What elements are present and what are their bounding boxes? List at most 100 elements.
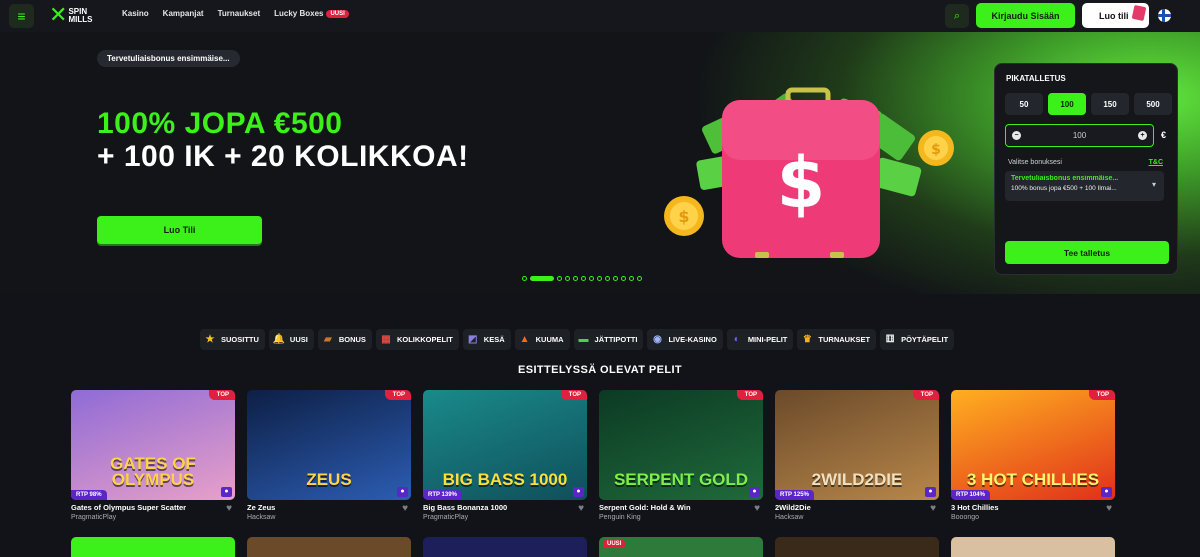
category-turnaukset[interactable]: ♛ TURNAUKSET — [797, 329, 877, 350]
login-button[interactable]: Kirjaudu Sisään — [976, 3, 1075, 28]
category-label: PÖYTÄPELIT — [901, 335, 949, 344]
amount-option-150[interactable]: 150 — [1091, 93, 1129, 115]
amount-input[interactable]: − 100 + — [1005, 124, 1154, 147]
category-uusi[interactable]: 🔔 UUSI — [268, 329, 314, 350]
new-badge: UUSI — [603, 540, 626, 548]
game-provider: Hacksaw — [247, 514, 276, 521]
category-kesä[interactable]: ◩ KESÄ — [462, 329, 511, 350]
game-provider: PragmaticPlay — [71, 514, 117, 521]
new-badge: UUSI — [326, 10, 349, 18]
category-suosittu[interactable]: ★ SUOSITTU — [200, 329, 265, 350]
deposit-button[interactable]: Tee talletus — [1005, 241, 1169, 264]
game-name[interactable]: 2Wild2Die — [775, 503, 939, 512]
game-card[interactable]: BIG BASS 1000 TOP RTP 139% ● Big Bass Bonanz… — [423, 390, 587, 521]
rtp-badge: RTP 125% — [775, 490, 814, 500]
bonus-select[interactable]: Tervetuliaisbonus ensimmäise... 100% bon… — [1005, 171, 1164, 201]
heart-icon[interactable]: ♥ — [402, 504, 408, 514]
amount-option-50[interactable]: 50 — [1005, 93, 1043, 115]
nav-item-kampanjat[interactable]: Kampanjat — [163, 9, 204, 18]
nav-item-lucky-boxes-label: Lucky Boxes — [274, 9, 324, 18]
slot-machine-icon: ▦ — [381, 333, 391, 345]
hero-signup-button[interactable]: Luo Tili — [97, 216, 262, 244]
carousel-dot[interactable] — [605, 276, 610, 281]
carousel-dot[interactable] — [613, 276, 618, 281]
player-icon: ● — [221, 487, 232, 497]
game-card[interactable]: SERPENT GOLD TOP ● Serpent Gold: Hold & Win… — [599, 390, 763, 521]
nav-item-kasino[interactable]: Kasino — [122, 9, 149, 18]
carousel-dot[interactable] — [637, 276, 642, 281]
game-card[interactable]: 2WILD2DIE TOP RTP 125% ● 2Wild2Die Hacksaw ♥ — [775, 390, 939, 521]
game-thumbnail[interactable] — [71, 537, 235, 557]
heart-icon[interactable]: ♥ — [754, 504, 760, 514]
next-games-row: UUSI — [71, 537, 1115, 557]
game-thumbnail[interactable]: SERPENT GOLD TOP ● — [599, 390, 763, 500]
game-thumbnail[interactable]: BIG BASS 1000 TOP RTP 139% ● — [423, 390, 587, 500]
category-jättipotti[interactable]: ▬ JÄTTIPOTTI — [573, 329, 644, 350]
nav-item-lucky-boxes[interactable]: Lucky Boxes UUSI — [274, 9, 349, 18]
game-name[interactable]: Ze Zeus — [247, 503, 411, 512]
logo[interactable]: ✕ SPIN MILLS — [49, 4, 92, 28]
heart-icon[interactable]: ♥ — [930, 504, 936, 514]
hero-headline-white: + 100 IK + 20 KOLIKKOA! — [97, 140, 469, 173]
live-icon: ◉ — [653, 333, 662, 345]
category-kuuma[interactable]: ▲ KUUMA — [514, 329, 570, 350]
finland-flag-icon[interactable] — [1158, 9, 1171, 22]
game-thumbnail[interactable]: UUSI — [599, 537, 763, 557]
game-thumbnail[interactable]: 3 HOT CHILLIES TOP RTP 104% ● — [951, 390, 1115, 500]
heart-icon[interactable]: ♥ — [1106, 504, 1112, 514]
game-provider: PragmaticPlay — [423, 514, 469, 521]
game-thumbnail[interactable] — [247, 537, 411, 557]
game-provider: Booongo — [951, 514, 980, 521]
money-icon: ▬ — [578, 333, 589, 345]
category-live-kasino[interactable]: ◉ LIVE-KASINO — [647, 329, 723, 350]
category-bonus[interactable]: ▰ BONUS — [317, 329, 372, 350]
carousel-dot[interactable] — [589, 276, 594, 281]
game-thumbnail[interactable] — [423, 537, 587, 557]
carousel-dot[interactable] — [629, 276, 634, 281]
game-name[interactable]: Gates of Olympus Super Scatter — [71, 503, 235, 512]
game-thumbnail[interactable]: 2WILD2DIE TOP RTP 125% ● — [775, 390, 939, 500]
dice-icon: ⚅ — [885, 333, 895, 345]
game-card[interactable]: ZEUS TOP ● Ze Zeus Hacksaw ♥ — [247, 390, 411, 521]
amount-option-100[interactable]: 100 — [1048, 93, 1086, 115]
game-thumbnail[interactable] — [775, 537, 939, 557]
game-thumbnail[interactable]: ZEUS TOP ● — [247, 390, 411, 500]
main-nav: Kasino Kampanjat Turnaukset Lucky Boxes U… — [122, 9, 349, 18]
game-name[interactable]: Serpent Gold: Hold & Win — [599, 503, 763, 512]
category-kolikkopelit[interactable]: ▦ KOLIKKOPELIT — [375, 329, 459, 350]
nav-item-turnaukset[interactable]: Turnaukset — [218, 9, 261, 18]
carousel-dot[interactable] — [581, 276, 586, 281]
heart-icon[interactable]: ♥ — [578, 504, 584, 514]
game-card[interactable]: GATES OF OLYMPUS TOP RTP 98% ● Gates of Olym… — [71, 390, 235, 521]
game-provider: Penguin King — [599, 514, 641, 521]
carousel-dot[interactable] — [522, 276, 527, 281]
carousel-dot[interactable] — [530, 276, 554, 281]
bonus-label: Valitse bonuksesi — [1008, 159, 1062, 166]
game-thumbnail[interactable] — [951, 537, 1115, 557]
menu-icon[interactable]: ≡ — [9, 4, 34, 28]
amount-value: 100 — [1072, 131, 1087, 140]
carousel-dot[interactable] — [621, 276, 626, 281]
carousel-dot[interactable] — [557, 276, 562, 281]
game-card[interactable]: 3 HOT CHILLIES TOP RTP 104% ● 3 Hot Chillies… — [951, 390, 1115, 521]
plus-icon[interactable]: + — [1138, 131, 1147, 140]
game-name[interactable]: Big Bass Bonanza 1000 — [423, 503, 587, 512]
amount-option-500[interactable]: 500 — [1134, 93, 1172, 115]
heart-icon[interactable]: ♥ — [226, 504, 232, 514]
bonus-select-title: Tervetuliaisbonus ensimmäise... — [1011, 175, 1119, 182]
amount-options: 50 100 150 500 — [1005, 93, 1172, 115]
gold-coin-icon: $ — [918, 130, 954, 166]
category-label: JÄTTIPOTTI — [594, 335, 638, 344]
category-pöytäpelit[interactable]: ⚅ PÖYTÄPELIT — [880, 329, 955, 350]
carousel-dot[interactable] — [597, 276, 602, 281]
game-name[interactable]: 3 Hot Chillies — [951, 503, 1115, 512]
minus-icon[interactable]: − — [1012, 131, 1021, 140]
carousel-dot[interactable] — [565, 276, 570, 281]
terms-link[interactable]: T&C — [1149, 159, 1163, 166]
category-mini-pelit[interactable]: ◐ MINI-PELIT — [726, 329, 794, 350]
signup-button[interactable]: Luo tili — [1082, 3, 1149, 28]
search-icon[interactable]: ⌕ — [945, 4, 969, 28]
game-thumbnail[interactable]: GATES OF OLYMPUS TOP RTP 98% ● — [71, 390, 235, 500]
summer-icon: ◩ — [468, 333, 478, 345]
carousel-dot[interactable] — [573, 276, 578, 281]
